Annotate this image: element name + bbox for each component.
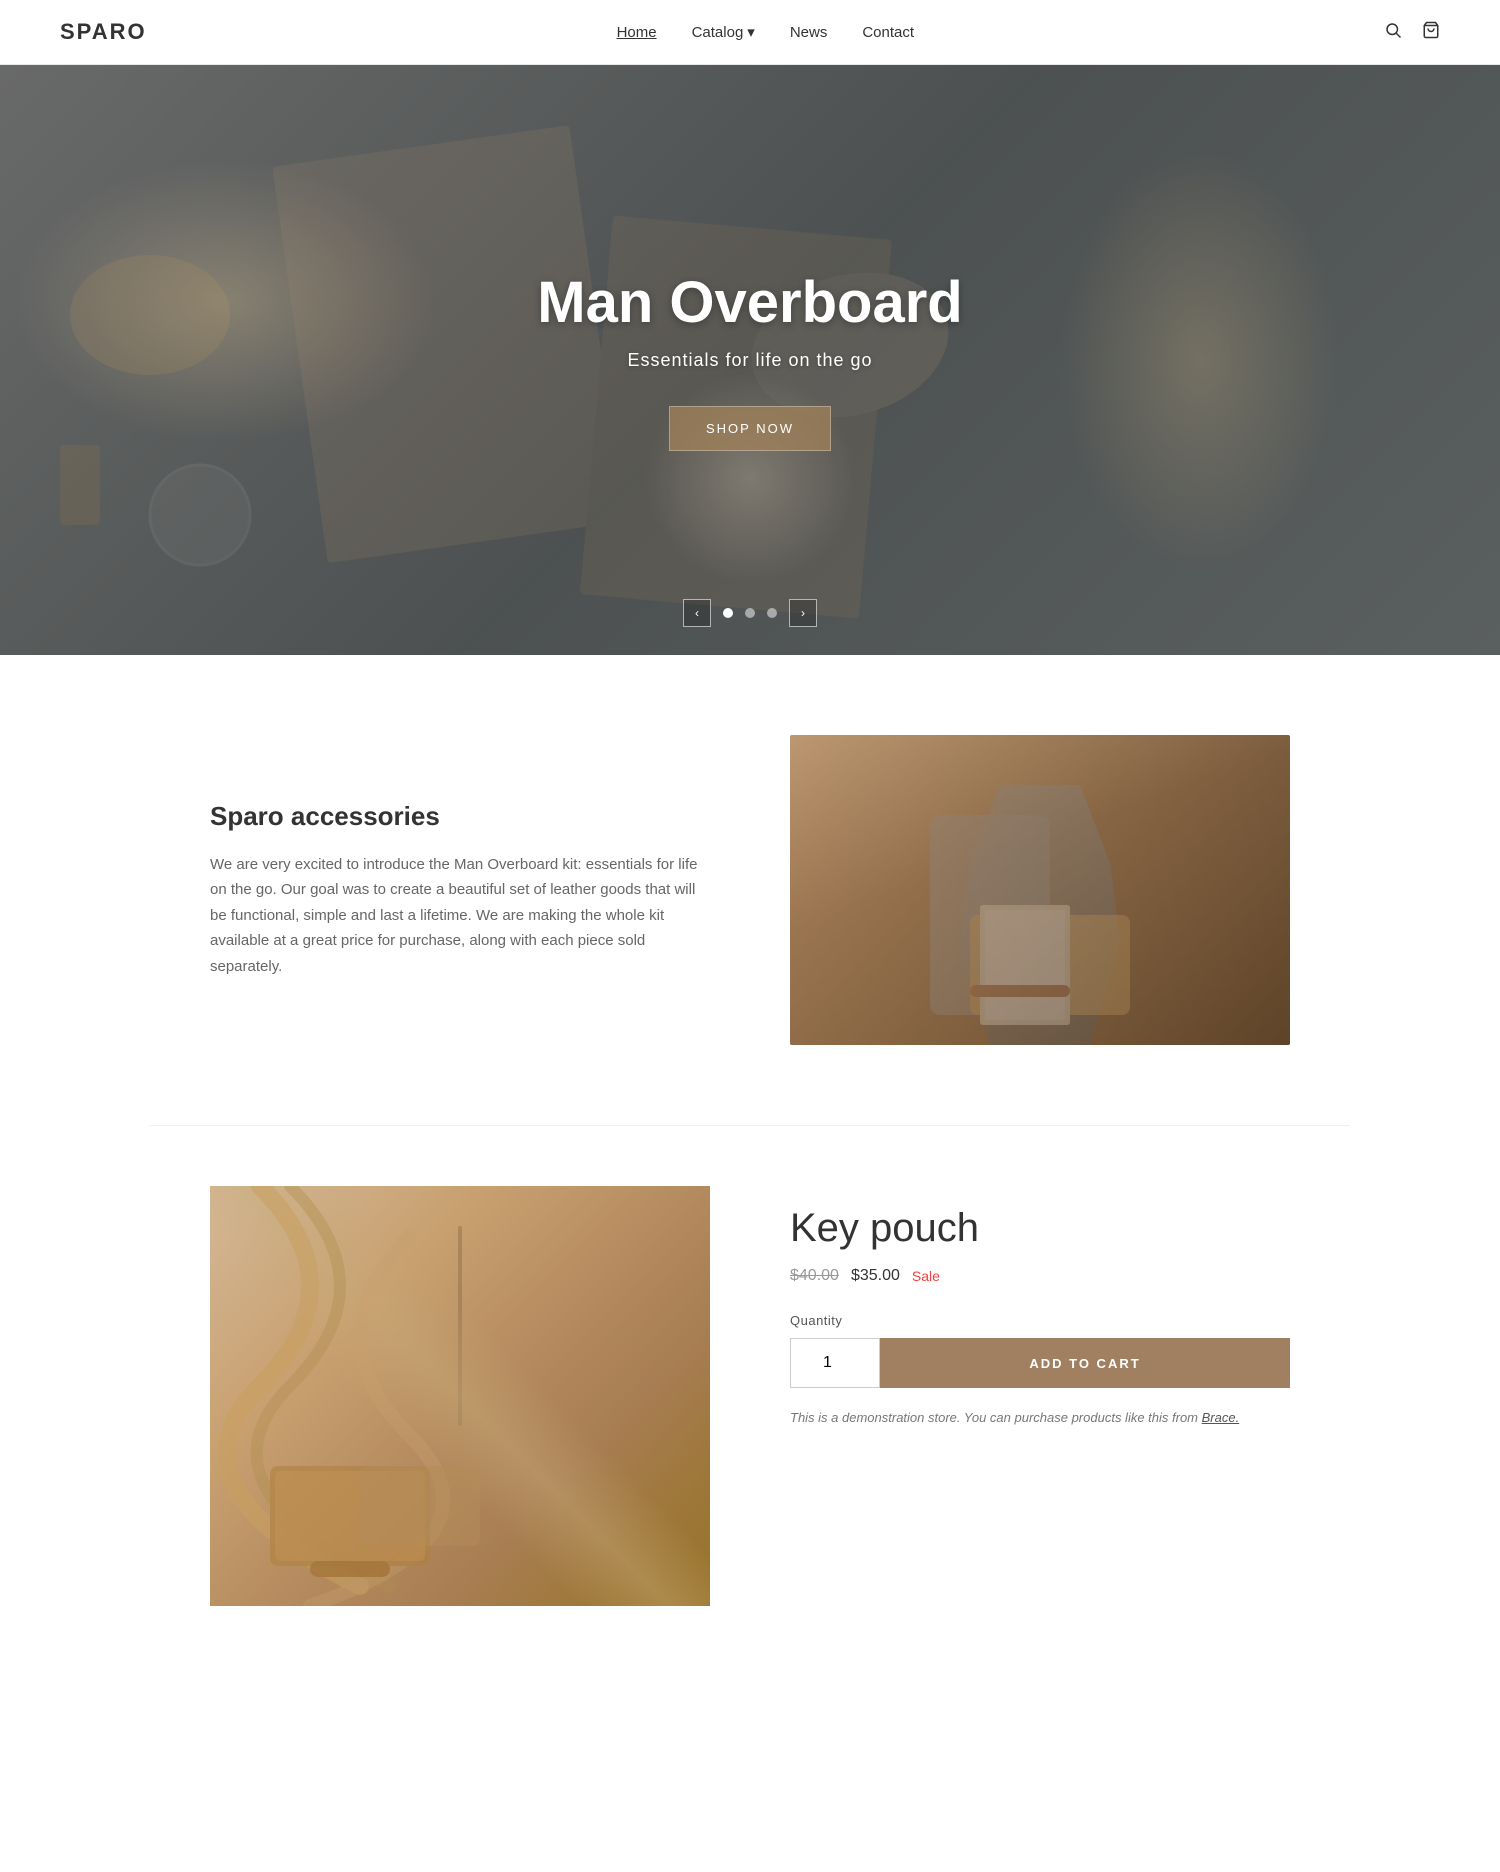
hero-dot-3[interactable] — [767, 608, 777, 618]
sale-badge: Sale — [912, 1268, 940, 1284]
product-prices: $40.00 $35.00 Sale — [790, 1267, 1290, 1285]
hero-cta-button[interactable]: SHOP NOW — [669, 406, 831, 451]
person-silhouette — [940, 785, 1140, 1045]
quantity-label: Quantity — [790, 1313, 1290, 1328]
accessories-image — [790, 735, 1290, 1045]
product-image — [210, 1186, 710, 1606]
nav-contact[interactable]: Contact — [862, 24, 914, 41]
hero-subtitle: Essentials for life on the go — [537, 350, 962, 371]
hero-prev-button[interactable]: ‹ — [683, 599, 711, 627]
demo-note: This is a demonstration store. You can p… — [790, 1408, 1290, 1428]
hero-title: Man Overboard — [537, 269, 962, 336]
hero-next-button[interactable]: › — [789, 599, 817, 627]
product-illustration — [210, 1186, 710, 1606]
brace-link[interactable]: Brace. — [1202, 1410, 1240, 1425]
header-icons — [1384, 21, 1440, 44]
hero-controls: ‹ › — [683, 599, 817, 627]
add-to-cart-button[interactable]: ADD TO CART — [880, 1338, 1290, 1388]
main-nav: Home Catalog ▾ News Contact — [617, 23, 914, 41]
accessories-heading: Sparo accessories — [210, 801, 710, 832]
hero-dot-2[interactable] — [745, 608, 755, 618]
product-section: Key pouch $40.00 $35.00 Sale Quantity AD… — [150, 1125, 1350, 1606]
cart-icon[interactable] — [1422, 21, 1440, 44]
accessories-body: We are very excited to introduce the Man… — [210, 852, 710, 980]
quantity-row: ADD TO CART — [790, 1338, 1290, 1388]
hero-content: Man Overboard Essentials for life on the… — [537, 269, 962, 451]
search-icon[interactable] — [1384, 21, 1402, 44]
product-title: Key pouch — [790, 1206, 1290, 1251]
accessories-text: Sparo accessories We are very excited to… — [210, 801, 710, 980]
site-logo[interactable]: SPARO — [60, 19, 147, 45]
accessories-illustration — [790, 735, 1290, 1045]
product-info: Key pouch $40.00 $35.00 Sale Quantity AD… — [790, 1186, 1290, 1428]
sale-price: $35.00 — [851, 1267, 900, 1285]
nav-news[interactable]: News — [790, 24, 828, 41]
quantity-input[interactable] — [790, 1338, 880, 1388]
hero-section: Man Overboard Essentials for life on the… — [0, 65, 1500, 655]
chevron-down-icon: ▾ — [747, 23, 755, 41]
site-header: SPARO Home Catalog ▾ News Contact — [0, 0, 1500, 65]
hero-dot-1[interactable] — [723, 608, 733, 618]
original-price: $40.00 — [790, 1267, 839, 1285]
nav-home[interactable]: Home — [617, 24, 657, 41]
nav-catalog[interactable]: Catalog ▾ — [692, 23, 755, 41]
accessories-section: Sparo accessories We are very excited to… — [150, 735, 1350, 1045]
